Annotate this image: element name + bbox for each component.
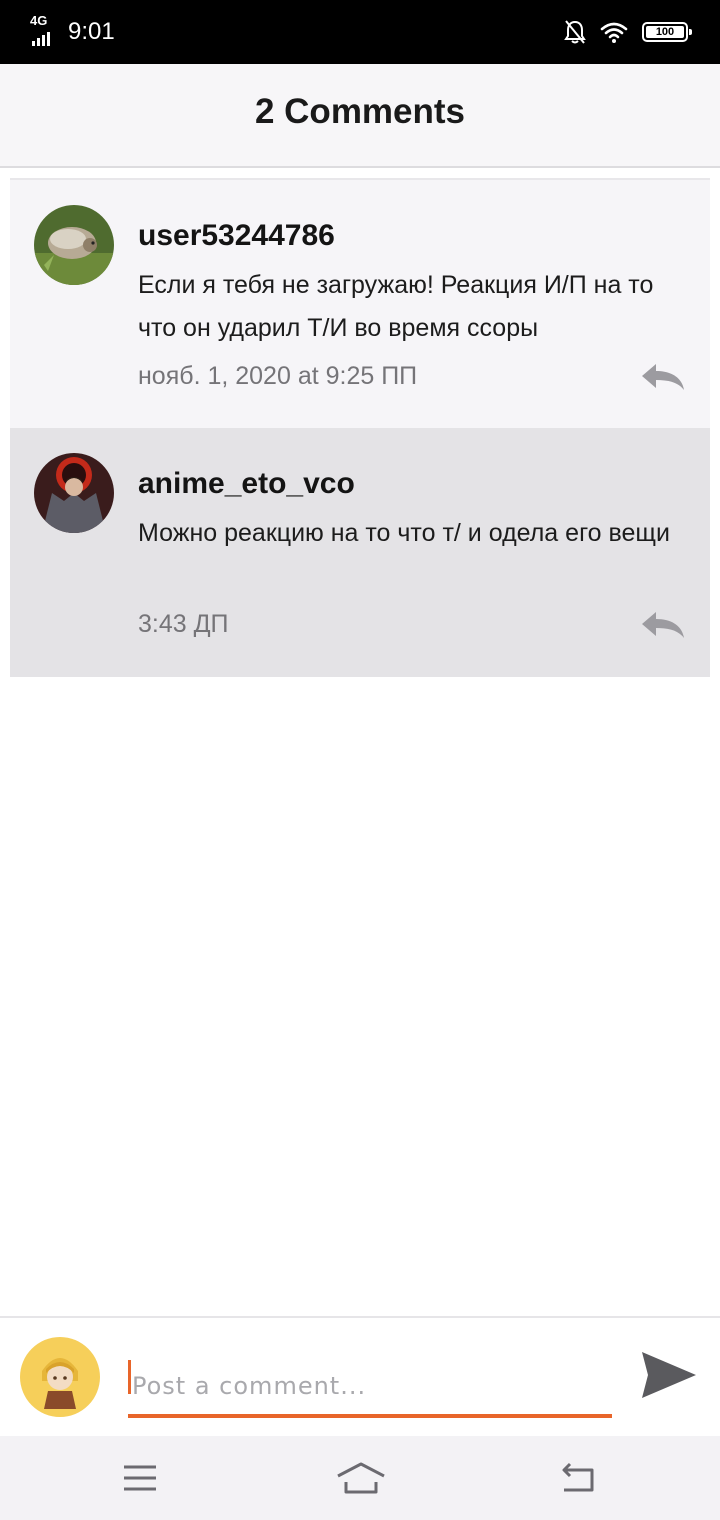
home-icon[interactable] (336, 1458, 386, 1498)
comment-username[interactable]: anime_eto_vco (138, 466, 355, 502)
back-icon[interactable] (558, 1458, 598, 1498)
comments-list: user53244786 Если я тебя не загружаю! Ре… (10, 178, 710, 677)
network-type: 4G (30, 13, 48, 28)
battery-icon: 100 (642, 22, 692, 42)
comment-text: Можно реакцию на то что т/ и одела его в… (138, 519, 670, 547)
comment-item[interactable]: user53244786 Если я тебя не загружаю! Ре… (10, 178, 710, 428)
system-nav-bar (0, 1436, 720, 1520)
reply-icon[interactable] (640, 360, 686, 392)
page-title: 2 Comments (254, 92, 466, 131)
comment-item[interactable]: anime_eto_vco Можно реакцию на то что т/… (10, 428, 710, 677)
avatar[interactable] (34, 453, 114, 533)
comment-timestamp: нояб. 1, 2020 at 9:25 ПП (138, 362, 418, 390)
avatar[interactable] (34, 205, 114, 285)
current-user-avatar[interactable] (20, 1337, 100, 1417)
status-bar: 4G 9:01 100 (0, 0, 720, 64)
notifications-off-icon (564, 20, 586, 44)
comments-header: 2 Comments (0, 64, 720, 168)
comment-composer (0, 1316, 720, 1436)
comment-username[interactable]: user53244786 (138, 218, 335, 254)
signal-icon: 4G (30, 14, 54, 46)
wifi-icon (600, 22, 628, 43)
comment-timestamp: 3:43 ДП (138, 610, 229, 638)
battery-level: 100 (655, 26, 675, 38)
comment-input[interactable] (128, 1358, 612, 1418)
menu-icon[interactable] (120, 1458, 160, 1498)
send-icon[interactable] (640, 1346, 698, 1404)
status-time: 9:01 (68, 18, 115, 45)
reply-icon[interactable] (640, 608, 686, 640)
text-cursor (128, 1360, 131, 1394)
comment-text: Если я тебя не загружаю! Реакция И/П на … (138, 271, 654, 342)
